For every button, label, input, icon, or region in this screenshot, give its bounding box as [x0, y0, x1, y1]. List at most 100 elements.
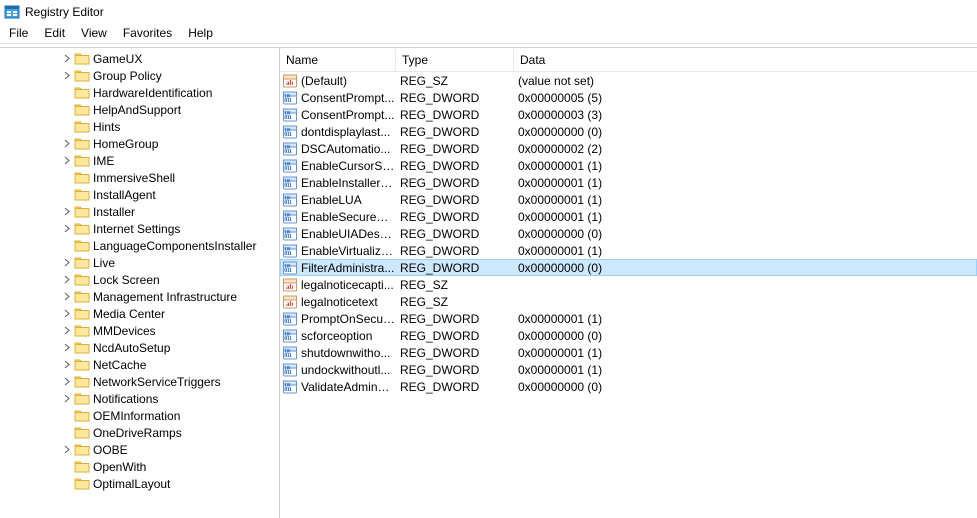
tree-item-label: Media Center [93, 307, 165, 321]
tree-item[interactable]: Notifications [0, 390, 279, 407]
list-row[interactable]: ablegalnoticetextREG_SZ [280, 293, 977, 310]
tree-item[interactable]: Media Center [0, 305, 279, 322]
tree-item[interactable]: ImmersiveShell [0, 169, 279, 186]
tree-item[interactable]: HomeGroup [0, 135, 279, 152]
tree-item[interactable]: Management Infrastructure [0, 288, 279, 305]
list-row[interactable]: 011110EnableCursorSu...REG_DWORD0x000000… [280, 157, 977, 174]
svg-text:110: 110 [284, 128, 291, 133]
value-name: dontdisplaylast... [301, 125, 390, 139]
column-header-type[interactable]: Type [396, 49, 514, 71]
expander-icon [60, 188, 74, 202]
list-row[interactable]: ab(Default)REG_SZ(value not set) [280, 72, 977, 89]
tree-item[interactable]: InstallAgent [0, 186, 279, 203]
tree-item[interactable]: Group Policy [0, 67, 279, 84]
tree-item[interactable]: GameUX [0, 50, 279, 67]
tree-item[interactable]: MMDevices [0, 322, 279, 339]
expander-icon[interactable] [60, 222, 74, 236]
expander-icon[interactable] [60, 341, 74, 355]
folder-icon [74, 69, 90, 83]
tree-item[interactable]: NetworkServiceTriggers [0, 373, 279, 390]
cell-name: 011110dontdisplaylast... [280, 124, 396, 140]
menu-favorites[interactable]: Favorites [115, 23, 180, 43]
column-header-data[interactable]: Data [514, 49, 977, 71]
list-row[interactable]: 011110undockwithoutl...REG_DWORD0x000000… [280, 361, 977, 378]
tree-item-label: Hints [93, 120, 120, 134]
tree-item[interactable]: OpenWith [0, 458, 279, 475]
list-row[interactable]: 011110scforceoptionREG_DWORD0x00000000 (… [280, 327, 977, 344]
expander-icon[interactable] [60, 307, 74, 321]
expander-icon[interactable] [60, 273, 74, 287]
expander-icon[interactable] [60, 154, 74, 168]
reg-sz-icon: ab [282, 277, 298, 293]
menu-view[interactable]: View [73, 23, 115, 43]
expander-icon[interactable] [60, 443, 74, 457]
expander-icon[interactable] [60, 205, 74, 219]
tree-item[interactable]: HelpAndSupport [0, 101, 279, 118]
value-name: scforceoption [301, 329, 372, 343]
value-name: DSCAutomatio... [301, 142, 390, 156]
cell-name: 011110ConsentPrompt... [280, 90, 396, 106]
list-row[interactable]: 011110PromptOnSecur...REG_DWORD0x0000000… [280, 310, 977, 327]
expander-icon[interactable] [60, 324, 74, 338]
tree-item[interactable]: HardwareIdentification [0, 84, 279, 101]
registry-tree-pane[interactable]: GameUXGroup PolicyHardwareIdentification… [0, 48, 280, 518]
svg-text:110: 110 [284, 162, 291, 167]
tree-item[interactable]: Lock Screen [0, 271, 279, 288]
list-row[interactable]: 011110EnableUIADeskt...REG_DWORD0x000000… [280, 225, 977, 242]
folder-icon [74, 239, 90, 253]
tree-item[interactable]: OptimalLayout [0, 475, 279, 492]
tree-item[interactable]: NcdAutoSetup [0, 339, 279, 356]
reg-dword-icon: 011110 [282, 243, 298, 259]
expander-icon[interactable] [60, 69, 74, 83]
tree-item-label: Management Infrastructure [93, 290, 237, 304]
list-row[interactable]: 011110ConsentPrompt...REG_DWORD0x0000000… [280, 89, 977, 106]
menubar: File Edit View Favorites Help [0, 23, 977, 44]
list-row[interactable]: 011110EnableSecureUI...REG_DWORD0x000000… [280, 208, 977, 225]
list-row[interactable]: 011110shutdownwitho...REG_DWORD0x0000000… [280, 344, 977, 361]
cell-data: 0x00000000 (0) [514, 329, 977, 343]
tree-item[interactable]: Live [0, 254, 279, 271]
tree-item[interactable]: OOBE [0, 441, 279, 458]
list-row[interactable]: 011110EnableInstallerD...REG_DWORD0x0000… [280, 174, 977, 191]
tree-item[interactable]: Internet Settings [0, 220, 279, 237]
expander-icon[interactable] [60, 256, 74, 270]
cell-type: REG_DWORD [396, 244, 514, 258]
menu-help[interactable]: Help [180, 23, 221, 43]
tree-item[interactable]: IME [0, 152, 279, 169]
folder-icon [74, 290, 90, 304]
expander-icon[interactable] [60, 358, 74, 372]
list-columns-header: Name Type Data [280, 48, 977, 72]
menu-file[interactable]: File [1, 23, 36, 43]
tree-item[interactable]: OneDriveRamps [0, 424, 279, 441]
column-header-name[interactable]: Name [280, 49, 396, 71]
tree-item[interactable]: LanguageComponentsInstaller [0, 237, 279, 254]
value-name: undockwithoutl... [301, 363, 390, 377]
folder-icon [74, 137, 90, 151]
list-row[interactable]: 011110DSCAutomatio...REG_DWORD0x00000002… [280, 140, 977, 157]
tree-item[interactable]: NetCache [0, 356, 279, 373]
expander-icon[interactable] [60, 137, 74, 151]
cell-name: ab(Default) [280, 73, 396, 89]
list-row[interactable]: 011110ValidateAdminC...REG_DWORD0x000000… [280, 378, 977, 395]
reg-dword-icon: 011110 [282, 158, 298, 174]
expander-icon[interactable] [60, 375, 74, 389]
list-row[interactable]: ablegalnoticecapti...REG_SZ [280, 276, 977, 293]
menu-edit[interactable]: Edit [36, 23, 73, 43]
cell-data: (value not set) [514, 74, 977, 88]
expander-icon[interactable] [60, 290, 74, 304]
list-row[interactable]: 011110EnableVirtualiza...REG_DWORD0x0000… [280, 242, 977, 259]
registry-values-pane[interactable]: Name Type Data ab(Default)REG_SZ(value n… [280, 48, 977, 518]
tree-item-label: Internet Settings [93, 222, 180, 236]
reg-dword-icon: 011110 [282, 328, 298, 344]
expander-icon[interactable] [60, 52, 74, 66]
tree-item[interactable]: OEMInformation [0, 407, 279, 424]
list-row[interactable]: 011110FilterAdministra...REG_DWORD0x0000… [280, 259, 977, 276]
tree-item-label: OpenWith [93, 460, 146, 474]
list-row[interactable]: 011110dontdisplaylast...REG_DWORD0x00000… [280, 123, 977, 140]
list-row[interactable]: 011110ConsentPrompt...REG_DWORD0x0000000… [280, 106, 977, 123]
tree-item[interactable]: Hints [0, 118, 279, 135]
list-row[interactable]: 011110EnableLUAREG_DWORD0x00000001 (1) [280, 191, 977, 208]
cell-type: REG_DWORD [396, 176, 514, 190]
expander-icon[interactable] [60, 392, 74, 406]
tree-item[interactable]: Installer [0, 203, 279, 220]
